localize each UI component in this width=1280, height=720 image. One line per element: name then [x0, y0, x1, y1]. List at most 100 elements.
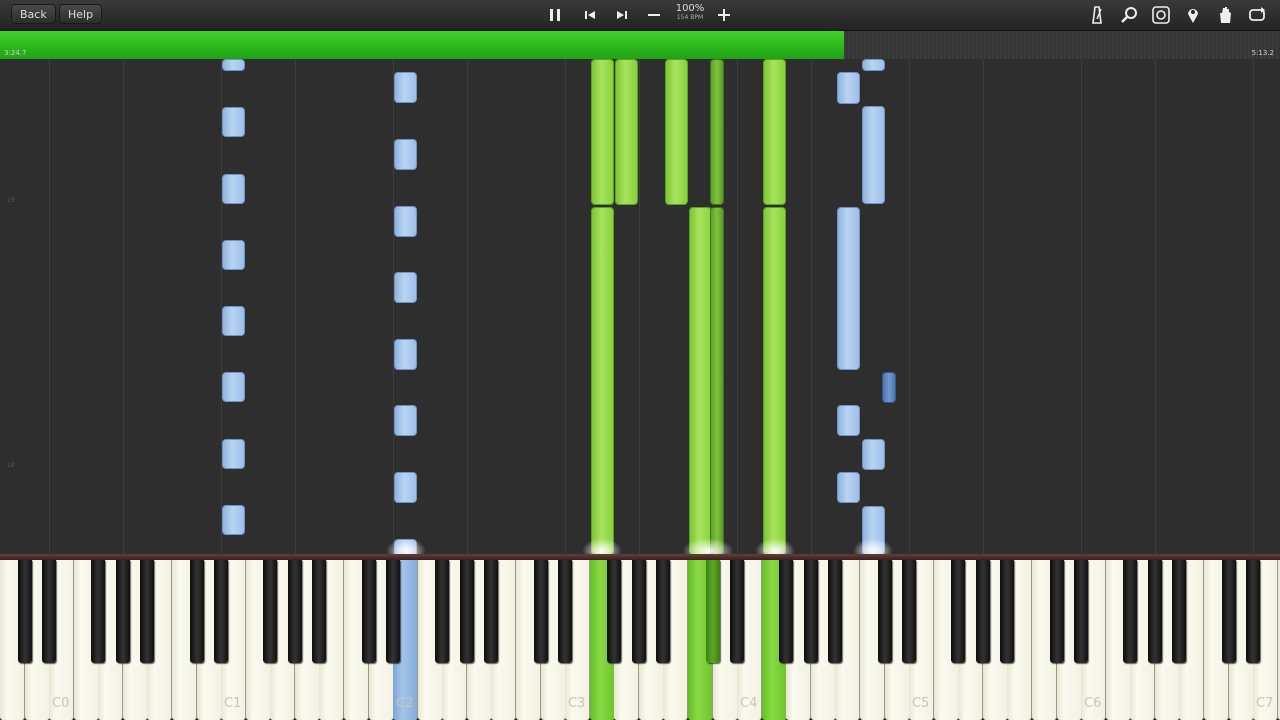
note-right-hand [615, 59, 638, 205]
previous-icon[interactable] [578, 3, 602, 27]
black-key[interactable] [263, 560, 278, 663]
black-key[interactable] [91, 560, 106, 663]
octave-gridline [123, 59, 124, 555]
black-key[interactable] [1246, 560, 1261, 663]
black-key[interactable] [140, 560, 155, 663]
octave-gridline [467, 59, 468, 555]
note-left-hand [394, 206, 417, 237]
black-key[interactable] [484, 560, 499, 663]
back-button[interactable]: Back [11, 4, 56, 24]
note-left-hand [837, 207, 860, 370]
octave-gridline [1155, 59, 1156, 555]
speed-percent: 100% [675, 3, 705, 14]
black-key[interactable] [1123, 560, 1138, 663]
note-left-hand [222, 306, 245, 336]
black-key[interactable] [828, 560, 843, 663]
note-right-hand [591, 59, 614, 205]
black-key[interactable] [656, 560, 671, 663]
octave-gridline [295, 59, 296, 555]
note-left-hand [862, 106, 885, 204]
black-key[interactable] [1221, 560, 1236, 663]
piano-roll: 19 18 [0, 59, 1280, 555]
note-left-hand [394, 139, 417, 170]
note-left-hand [222, 174, 245, 204]
note-left-hand [222, 240, 245, 270]
black-key[interactable] [902, 560, 917, 663]
black-key[interactable] [951, 560, 966, 663]
black-key[interactable] [1172, 560, 1187, 663]
octave-label: C4 [740, 696, 758, 711]
black-key[interactable] [1074, 560, 1089, 663]
note-right-hand [689, 207, 712, 555]
note-right-hand [710, 207, 724, 555]
note-right-hand [763, 59, 786, 205]
black-key[interactable] [779, 560, 794, 663]
speed-readout: 100% 154 BPM [671, 3, 709, 22]
octave-label: C3 [568, 696, 586, 711]
black-key[interactable] [1049, 560, 1064, 663]
black-key[interactable] [631, 560, 646, 663]
black-key[interactable] [435, 560, 450, 663]
black-key[interactable] [214, 560, 229, 663]
note-left-hand [222, 372, 245, 402]
note-left-hand [837, 72, 860, 104]
pause-icon[interactable] [543, 3, 567, 27]
note-left-hand [862, 59, 885, 71]
black-key[interactable] [361, 560, 376, 663]
black-key[interactable] [312, 560, 327, 663]
toolbar: Back Help 100% 154 BPM [0, 0, 1280, 31]
note-right-hand [591, 207, 614, 555]
black-key[interactable] [607, 560, 622, 663]
note-left-hand [394, 72, 417, 103]
black-key[interactable] [459, 560, 474, 663]
black-key[interactable] [803, 560, 818, 663]
help-button[interactable]: Help [59, 4, 103, 24]
note-left-hand [394, 272, 417, 303]
octave-gridline [49, 59, 50, 555]
black-key[interactable] [42, 560, 57, 663]
black-key[interactable] [558, 560, 573, 663]
timeline-bar[interactable]: 3:24.7 5:13.2 [0, 31, 1280, 59]
measure-label: 18 [6, 461, 15, 469]
black-key[interactable] [115, 560, 130, 663]
octave-label: C1 [224, 696, 242, 711]
octave-label: C7 [1256, 696, 1274, 711]
black-key[interactable] [386, 560, 401, 663]
marker-icon[interactable] [1181, 3, 1205, 27]
note-left-hand [394, 339, 417, 370]
plus-icon[interactable] [712, 3, 736, 27]
note-left-hand [837, 472, 860, 503]
piano-keyboard: C0 C1 C2 C3 C4 C5 C6 C7 [0, 560, 1280, 720]
minus-icon[interactable] [642, 3, 666, 27]
octave-gridline [737, 59, 738, 555]
octave-gridline [909, 59, 910, 555]
octave-gridline [1081, 59, 1082, 555]
note-left-hand [394, 472, 417, 503]
hand-icon[interactable] [1213, 3, 1237, 27]
metronome-icon[interactable] [1085, 3, 1109, 27]
black-key[interactable] [730, 560, 745, 663]
search-icon[interactable] [1117, 3, 1141, 27]
black-key[interactable] [705, 560, 720, 663]
black-key[interactable] [17, 560, 32, 663]
repeat-icon[interactable] [1245, 3, 1269, 27]
timeline-progress [0, 31, 844, 59]
black-key[interactable] [1147, 560, 1162, 663]
octave-label: C5 [912, 696, 930, 711]
octave-gridline [565, 59, 566, 555]
octave-gridline [983, 59, 984, 555]
next-icon[interactable] [610, 3, 634, 27]
octave-gridline [1253, 59, 1254, 555]
black-key[interactable] [533, 560, 548, 663]
black-key[interactable] [975, 560, 990, 663]
speed-bpm: 154 BPM [676, 14, 704, 21]
note-left-hand [222, 59, 245, 71]
black-key[interactable] [877, 560, 892, 663]
note-left-hand [837, 405, 860, 436]
black-key[interactable] [1000, 560, 1015, 663]
black-key[interactable] [287, 560, 302, 663]
loop-icon[interactable] [1149, 3, 1173, 27]
note-left-hand [862, 439, 885, 470]
octave-label: C0 [52, 696, 70, 711]
black-key[interactable] [189, 560, 204, 663]
